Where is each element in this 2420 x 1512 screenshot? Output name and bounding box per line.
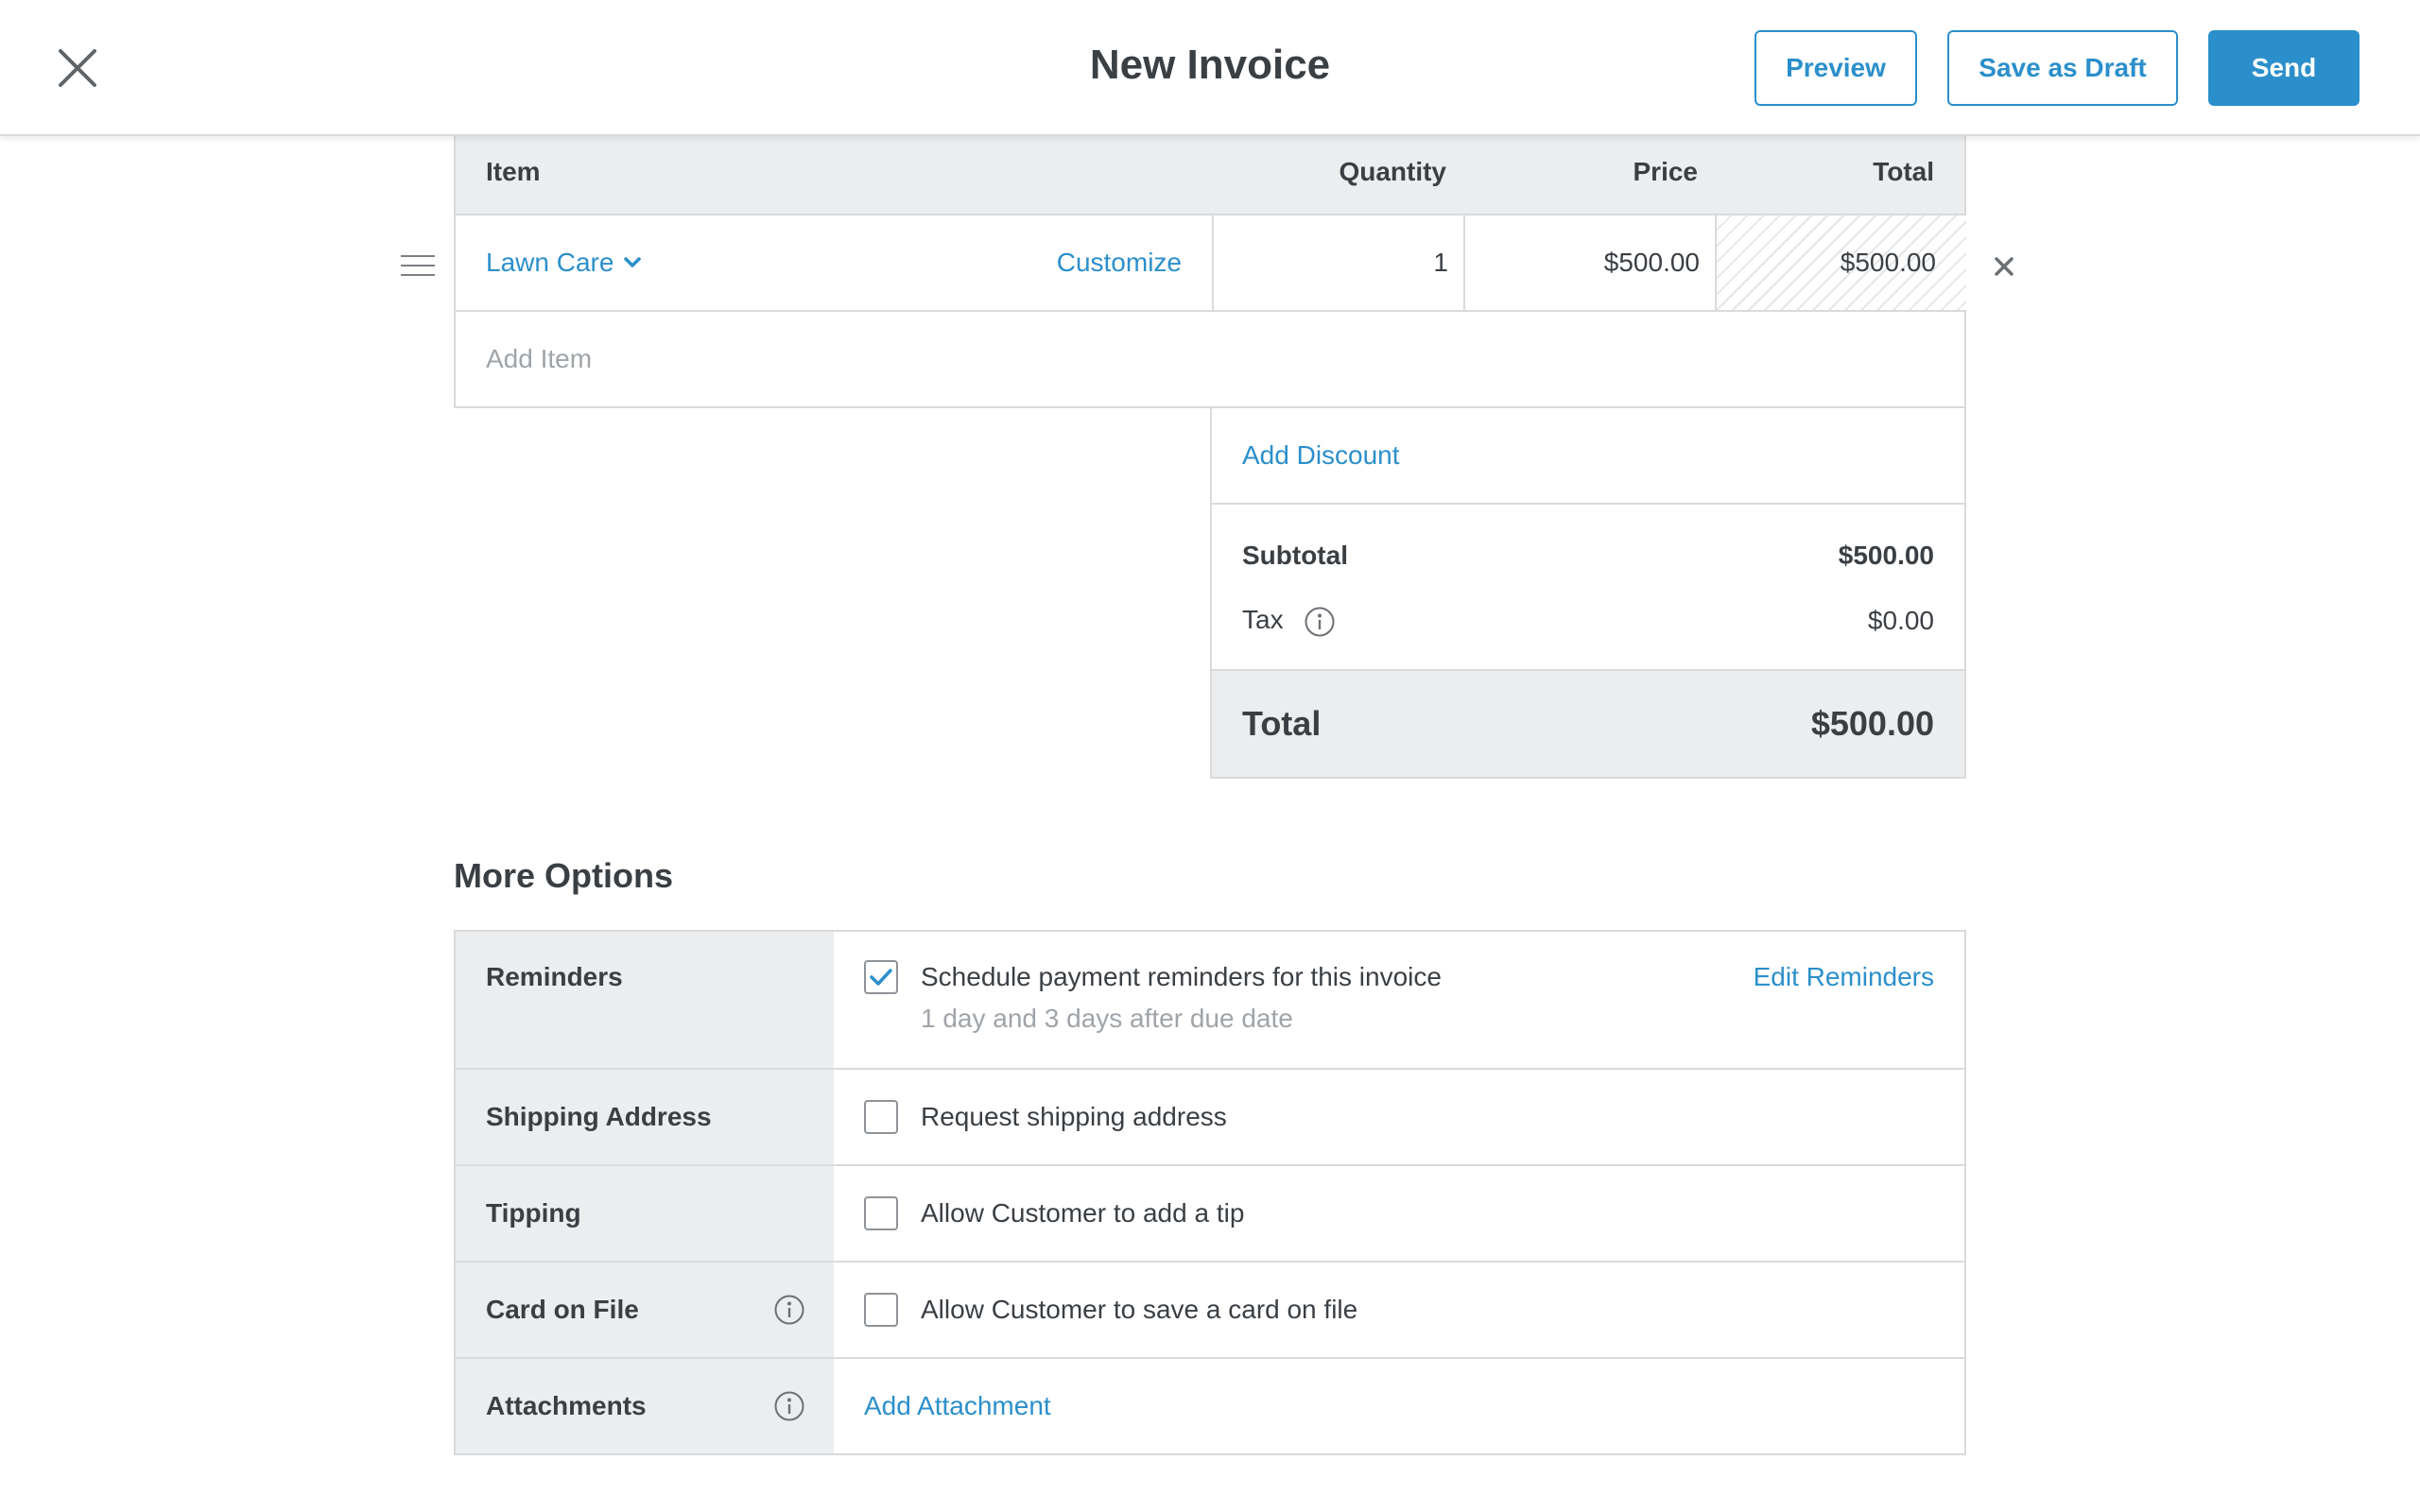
tipping-row: Tipping Allow Customer to add a tip	[456, 1166, 1964, 1263]
tax-label-group: Tax	[1242, 605, 1336, 638]
card-on-file-label: Card on File	[486, 1295, 639, 1324]
add-item-input[interactable]: Add Item	[456, 312, 1964, 406]
more-options-table: Reminders Schedule payment reminders for…	[454, 930, 1966, 1455]
remove-icon[interactable]	[1987, 249, 2021, 284]
send-button[interactable]: Send	[2208, 30, 2360, 106]
shipping-checkbox-label: Request shipping address	[921, 1102, 1227, 1131]
tax-value: $0.00	[1867, 606, 1934, 636]
drag-handle-icon[interactable]	[401, 255, 435, 280]
header: New Invoice Preview Save as Draft Send	[0, 0, 2420, 136]
grand-total-value: $500.00	[1810, 704, 1934, 743]
tax-label: Tax	[1242, 605, 1284, 634]
reminders-content: Schedule payment reminders for this invo…	[834, 932, 1964, 1068]
shipping-checkbox[interactable]	[864, 1100, 898, 1134]
shipping-content: Request shipping address	[834, 1070, 1964, 1164]
subtotal-label: Subtotal	[1242, 541, 1348, 570]
tax-row: Tax $0.00	[1242, 605, 1934, 638]
tipping-checkbox-label: Allow Customer to add a tip	[921, 1198, 1245, 1228]
discount-row: Add Discount	[1212, 408, 1964, 505]
more-options-title: More Options	[454, 856, 673, 895]
card-on-file-checkbox[interactable]	[864, 1293, 898, 1327]
subtotal-row: Subtotal $500.00	[1242, 541, 1934, 571]
item-name: Lawn Care	[486, 248, 614, 277]
attachments-label: Attachments	[486, 1391, 647, 1420]
info-icon[interactable]	[773, 1294, 805, 1326]
reminders-checkbox[interactable]	[864, 960, 898, 994]
tipping-content: Allow Customer to add a tip	[834, 1166, 1964, 1261]
shipping-label: Shipping Address	[456, 1070, 834, 1164]
totals-panel: Add Discount Subtotal $500.00 Tax $0.00 …	[1210, 408, 1966, 779]
checkmark-icon	[870, 969, 892, 986]
grand-total-row: Total $500.00	[1212, 671, 1964, 777]
save-draft-button[interactable]: Save as Draft	[1947, 30, 2178, 106]
reminders-checkbox-label: Schedule payment reminders for this invo…	[921, 962, 1442, 991]
line-total: $500.00	[1715, 215, 1966, 310]
table-row: Lawn Care Customize 1 $500.00 $500.00	[456, 215, 1966, 312]
attachments-content: Add Attachment	[834, 1359, 1964, 1453]
reminders-text-block: Schedule payment reminders for this invo…	[921, 962, 1442, 1034]
preview-button[interactable]: Preview	[1754, 30, 1917, 106]
subtotal-value: $500.00	[1838, 541, 1934, 570]
column-header-total: Total	[1873, 157, 1934, 186]
attachments-row: Attachments Add Attachment	[456, 1359, 1964, 1453]
add-discount-link[interactable]: Add Discount	[1242, 440, 1400, 471]
customize-link[interactable]: Customize	[1057, 248, 1182, 278]
tipping-checkbox[interactable]	[864, 1196, 898, 1230]
column-header-item: Item	[486, 157, 541, 186]
column-header-price: Price	[1633, 157, 1699, 186]
shipping-row: Shipping Address Request shipping addres…	[456, 1070, 1964, 1166]
tipping-label: Tipping	[456, 1166, 834, 1261]
column-header-quantity: Quantity	[1339, 157, 1446, 186]
chevron-down-icon	[624, 257, 642, 267]
price-input[interactable]: $500.00	[1463, 215, 1715, 310]
add-attachment-link[interactable]: Add Attachment	[864, 1391, 1051, 1421]
subtotal-section: Subtotal $500.00 Tax $0.00	[1212, 505, 1964, 671]
info-icon[interactable]	[1304, 606, 1336, 638]
close-icon[interactable]	[49, 40, 106, 96]
card-on-file-content: Allow Customer to save a card on file	[834, 1263, 1964, 1357]
item-name-cell: Lawn Care Customize	[456, 215, 1212, 310]
item-select[interactable]: Lawn Care	[486, 248, 642, 278]
reminders-row: Reminders Schedule payment reminders for…	[456, 932, 1964, 1070]
line-items-table: Item Quantity Price Total Lawn Care Cust…	[454, 136, 1966, 408]
table-header: Item Quantity Price Total	[456, 136, 1964, 215]
grand-total-label: Total	[1242, 704, 1322, 743]
edit-reminders-link[interactable]: Edit Reminders	[1754, 962, 1934, 992]
card-on-file-checkbox-label: Allow Customer to save a card on file	[921, 1295, 1358, 1324]
attachments-label-cell: Attachments	[456, 1359, 834, 1453]
quantity-input[interactable]: 1	[1212, 215, 1463, 310]
info-icon[interactable]	[773, 1390, 805, 1422]
reminders-label: Reminders	[456, 932, 834, 1068]
card-on-file-row: Card on File Allow Customer to save a ca…	[456, 1263, 1964, 1359]
reminders-schedule-text: 1 day and 3 days after due date	[921, 1004, 1293, 1033]
card-on-file-label-cell: Card on File	[456, 1263, 834, 1357]
